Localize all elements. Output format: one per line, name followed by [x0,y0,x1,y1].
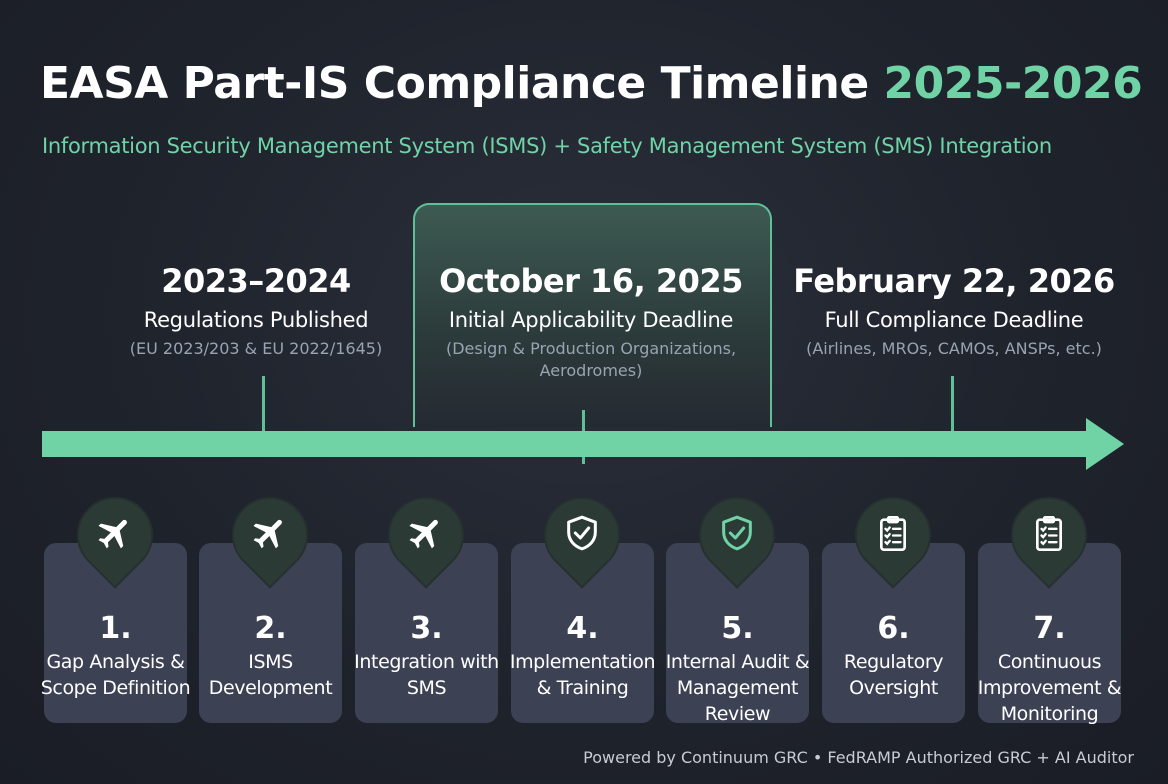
timeline-bar [42,431,1087,457]
step-label: Continuous Improvement & Monitoring [977,651,1122,725]
clipboard-checklist-icon [839,481,947,589]
step-number: 3. [410,611,443,646]
footer-credit: Powered by Continuum GRC • FedRAMP Autho… [583,748,1134,767]
step-number: 1. [99,611,132,646]
milestone-label: Initial Applicability Deadline [448,308,734,332]
step-label: ISMS Development [208,651,333,699]
milestone-date: 2023–2024 [161,262,351,300]
milestone-date: February 22, 2026 [793,262,1115,300]
step-label: Implementation & Training [509,651,656,699]
page-title: EASA Part-IS Compliance Timeline 2025-20… [40,58,1143,109]
airplane-icon [216,481,324,589]
timeline-tick [262,376,265,434]
clipboard-checklist-icon [995,481,1103,589]
step-label: Integration with SMS [354,651,499,699]
page-subtitle: Information Security Management System (… [42,134,1052,158]
step-label: Regulatory Oversight [843,651,944,699]
milestone-initial-applicability: October 16, 2025 Initial Applicability D… [430,262,752,382]
step-number: 2. [254,611,287,646]
milestone-note: (Design & Production Organizations, Aero… [445,339,737,380]
step-label: Gap Analysis & Scope Definition [40,651,191,699]
step-number: 5. [721,611,754,646]
step-label: Internal Audit & Management Review [665,651,810,725]
airplane-icon [61,481,169,589]
step-number: 7. [1033,611,1066,646]
timeline-tick [951,376,954,434]
milestone-label: Regulations Published [143,308,369,332]
step-number: 6. [877,611,910,646]
shield-check-icon [528,481,636,589]
milestone-regulations-published: 2023–2024 Regulations Published (EU 2023… [106,262,406,360]
milestone-date: October 16, 2025 [439,262,743,300]
timeline-arrowhead [1086,418,1124,470]
milestone-note: (EU 2023/203 & EU 2022/1645) [129,339,383,358]
shield-check-icon [683,481,791,589]
step-number: 4. [566,611,599,646]
airplane-icon [372,481,480,589]
milestone-label: Full Compliance Deadline [824,308,1084,332]
milestone-note: (Airlines, MROs, CAMOs, ANSPs, etc.) [806,339,1102,358]
milestone-full-compliance: February 22, 2026 Full Compliance Deadli… [792,262,1116,360]
